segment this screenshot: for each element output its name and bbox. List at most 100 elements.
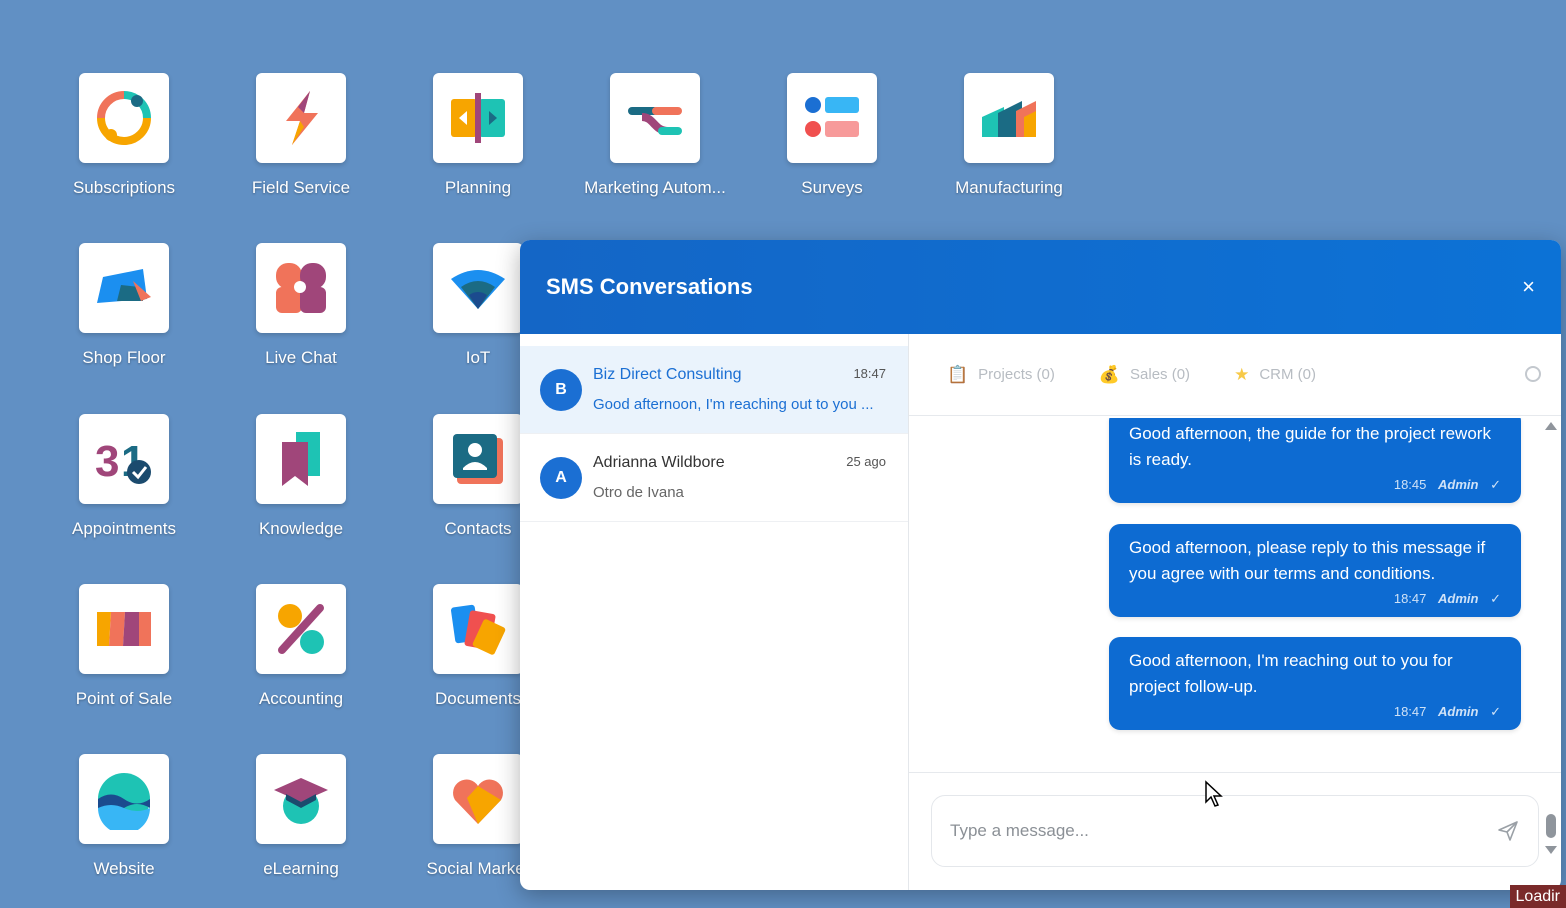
- app-label: Live Chat: [265, 348, 337, 367]
- scroll-up-arrow[interactable]: [1545, 422, 1557, 430]
- app-marketing-automation[interactable]: Marketing Autom...: [570, 73, 740, 223]
- app-label: Planning: [444, 178, 512, 197]
- message-author: Admin: [1438, 477, 1479, 492]
- sms-conversations-dialog: SMS Conversations × B Biz Direct Consult…: [520, 240, 1561, 890]
- conversation-name: Adrianna Wildbore: [593, 454, 725, 471]
- conversation-preview: Otro de Ivana: [593, 484, 684, 501]
- message-time: 18:47: [1393, 591, 1427, 606]
- app-elearning[interactable]: eLearning: [216, 754, 386, 904]
- app-label: Knowledge: [258, 519, 344, 538]
- check-icon: ✓: [1490, 591, 1501, 606]
- app-planning[interactable]: Planning: [393, 73, 563, 223]
- app-label: Accounting: [258, 689, 344, 708]
- app-appointments[interactable]: 3 1 Appointments: [39, 414, 209, 564]
- app-label: IoT: [465, 348, 491, 367]
- app-accounting[interactable]: Accounting: [216, 584, 386, 734]
- knowledge-icon: [282, 432, 320, 486]
- send-icon[interactable]: [1496, 819, 1520, 843]
- app-label: eLearning: [263, 859, 339, 878]
- app-label: Subscriptions: [72, 178, 176, 197]
- message-text: Good afternoon, please reply to this mes…: [1129, 538, 1486, 583]
- tab-crm[interactable]: ★ CRM (0): [1234, 365, 1316, 385]
- message-list: Good afternoon, the guide for the projec…: [909, 418, 1561, 770]
- message-bubble: Good afternoon, please reply to this mes…: [1109, 524, 1521, 617]
- conversation-time: 25 ago: [846, 454, 886, 469]
- dialog-title: SMS Conversations: [546, 274, 753, 299]
- app-label: Point of Sale: [75, 689, 173, 708]
- iot-icon: [451, 270, 505, 309]
- avatar: A: [540, 456, 582, 499]
- conversation-preview: Good afternoon, I'm reaching out to you …: [593, 396, 874, 413]
- app-surveys[interactable]: Surveys: [747, 73, 917, 223]
- conversation-name: Biz Direct Consulting: [593, 366, 742, 383]
- loading-indicator: Loadir: [1509, 885, 1566, 908]
- point-of-sale-icon: [97, 612, 151, 646]
- tab-label: Sales (0): [1130, 366, 1191, 383]
- app-label: Contacts: [444, 519, 512, 538]
- app-website[interactable]: Website: [39, 754, 209, 904]
- dialog-header: SMS Conversations ×: [520, 240, 1561, 334]
- app-label: Social Market: [426, 859, 530, 878]
- svg-text:3: 3: [95, 437, 119, 486]
- composer-box: [931, 795, 1539, 867]
- message-time: 18:47: [1393, 704, 1427, 719]
- message-text: Good afternoon, I'm reaching out to you …: [1129, 651, 1453, 696]
- tab-sales[interactable]: 💰 Sales (0): [1099, 365, 1190, 385]
- website-icon: [98, 773, 150, 830]
- check-icon: ✓: [1490, 477, 1501, 492]
- dialog-body: B Biz Direct Consulting Good afternoon, …: [520, 334, 1561, 890]
- app-label: Website: [93, 859, 155, 878]
- app-field-service[interactable]: Field Service: [216, 73, 386, 223]
- clipboard-icon: 📋: [947, 364, 969, 384]
- app-point-of-sale[interactable]: Point of Sale: [39, 584, 209, 734]
- conversation-time: 18:47: [853, 366, 886, 381]
- documents-icon: [450, 604, 506, 655]
- app-label: Manufacturing: [955, 178, 1063, 197]
- tab-label: Projects (0): [978, 366, 1055, 383]
- accounting-icon: [278, 604, 324, 654]
- chat-tabs: 📋 Projects (0) 💰 Sales (0) ★ CRM (0): [909, 334, 1561, 416]
- social-marketing-icon: [453, 779, 503, 824]
- app-live-chat[interactable]: Live Chat: [216, 243, 386, 393]
- conversation-item[interactable]: A Adrianna Wildbore Otro de Ivana 25 ago: [520, 434, 908, 522]
- chat-area: 📋 Projects (0) 💰 Sales (0) ★ CRM (0) Goo…: [909, 334, 1561, 890]
- avatar: B: [540, 368, 582, 411]
- close-button[interactable]: ×: [1522, 274, 1535, 300]
- mouse-cursor-icon: [1205, 780, 1223, 807]
- app-label: Shop Floor: [82, 348, 166, 367]
- conversation-list: B Biz Direct Consulting Good afternoon, …: [520, 334, 909, 890]
- app-shop-floor[interactable]: Shop Floor: [39, 243, 209, 393]
- message-bubble: Good afternoon, I'm reaching out to you …: [1109, 637, 1521, 730]
- elearning-icon: [274, 778, 328, 824]
- app-label: Documents: [435, 689, 521, 708]
- message-time: 18:45: [1393, 477, 1427, 492]
- planning-icon: [451, 93, 505, 143]
- live-chat-icon: [276, 263, 326, 313]
- surveys-icon: [805, 97, 859, 137]
- message-author: Admin: [1438, 591, 1479, 606]
- app-label: Surveys: [801, 178, 863, 197]
- app-label: Appointments: [72, 519, 176, 538]
- app-manufacturing[interactable]: Manufacturing: [924, 73, 1094, 223]
- app-subscriptions[interactable]: Subscriptions: [39, 73, 209, 223]
- appointments-icon: 3 1: [95, 437, 151, 486]
- message-author: Admin: [1438, 704, 1479, 719]
- check-icon: ✓: [1490, 704, 1501, 719]
- star-icon: ★: [1234, 364, 1250, 384]
- marketing-automation-icon: [628, 107, 682, 135]
- settings-icon[interactable]: [1525, 366, 1541, 382]
- message-text: Good afternoon, the guide for the projec…: [1129, 424, 1491, 469]
- message-input[interactable]: [950, 821, 1496, 841]
- app-label: Field Service: [251, 178, 351, 197]
- conversation-item[interactable]: B Biz Direct Consulting Good afternoon, …: [520, 346, 908, 434]
- message-bubble: Good afternoon, the guide for the projec…: [1109, 418, 1521, 503]
- shop-floor-icon: [97, 269, 151, 303]
- subscriptions-icon: [97, 91, 151, 145]
- manufacturing-icon: [982, 101, 1036, 137]
- tab-label: CRM (0): [1259, 366, 1316, 383]
- field-service-icon: [286, 91, 318, 145]
- app-label: Marketing Autom...: [584, 178, 726, 197]
- money-bag-icon: 💰: [1098, 364, 1121, 384]
- tab-projects[interactable]: 📋 Projects (0): [947, 365, 1055, 385]
- app-knowledge[interactable]: Knowledge: [216, 414, 386, 564]
